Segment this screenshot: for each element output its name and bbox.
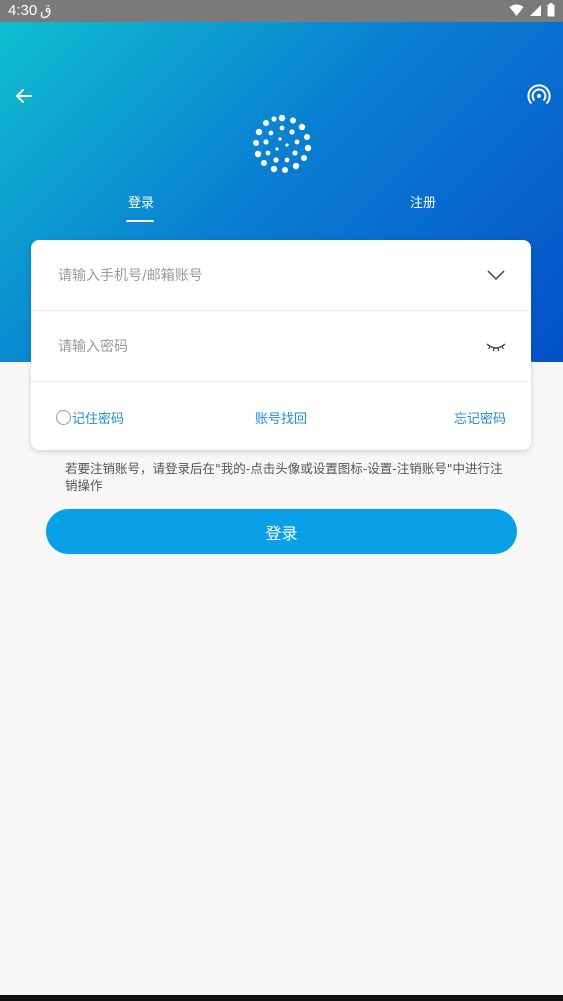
back-button[interactable] [12, 84, 36, 108]
status-bar: 4:30 ق [0, 0, 563, 22]
eye-closed-icon [486, 343, 506, 352]
bottom-edge-bar [0, 995, 563, 1001]
radio-circle [56, 410, 71, 425]
tab-register[interactable]: 注册 [410, 192, 436, 211]
login-button[interactable]: 登录 [46, 509, 517, 554]
account-dropdown-button[interactable] [485, 264, 507, 286]
form-options-row: 记住密码 账号找回 忘记密码 [31, 383, 531, 450]
app-logo [250, 112, 314, 176]
broadcast-icon [527, 84, 551, 105]
signal-icon [530, 4, 541, 16]
status-icons [509, 3, 555, 17]
battery-icon [547, 3, 555, 17]
broadcast-button[interactable] [527, 84, 551, 108]
forgot-password-link[interactable]: 忘记密码 [454, 408, 506, 427]
login-form-card: 记住密码 账号找回 忘记密码 [31, 240, 531, 450]
dot-ring-logo-icon [253, 114, 312, 173]
account-input[interactable] [56, 260, 460, 292]
password-field [31, 311, 531, 382]
password-visibility-toggle[interactable] [485, 335, 507, 357]
account-deletion-notice: 若要注销账号，请登录后在"我的-点击头像或设置图标-设置-注销账号"中进行注销操… [65, 461, 503, 493]
status-time: 4:30 [8, 2, 38, 19]
arrow-left-icon [16, 89, 32, 103]
wifi-icon [509, 4, 524, 16]
status-app-indicator: ق [40, 2, 52, 19]
password-input[interactable] [56, 331, 460, 363]
remember-password-checkbox[interactable]: 记住密码 [56, 408, 124, 427]
chevron-down-icon [487, 270, 505, 281]
active-tab-indicator [126, 220, 154, 222]
account-recovery-link[interactable]: 账号找回 [255, 408, 307, 427]
tab-login[interactable]: 登录 [128, 192, 154, 211]
account-field [31, 240, 531, 311]
remember-password-label: 记住密码 [72, 412, 125, 427]
